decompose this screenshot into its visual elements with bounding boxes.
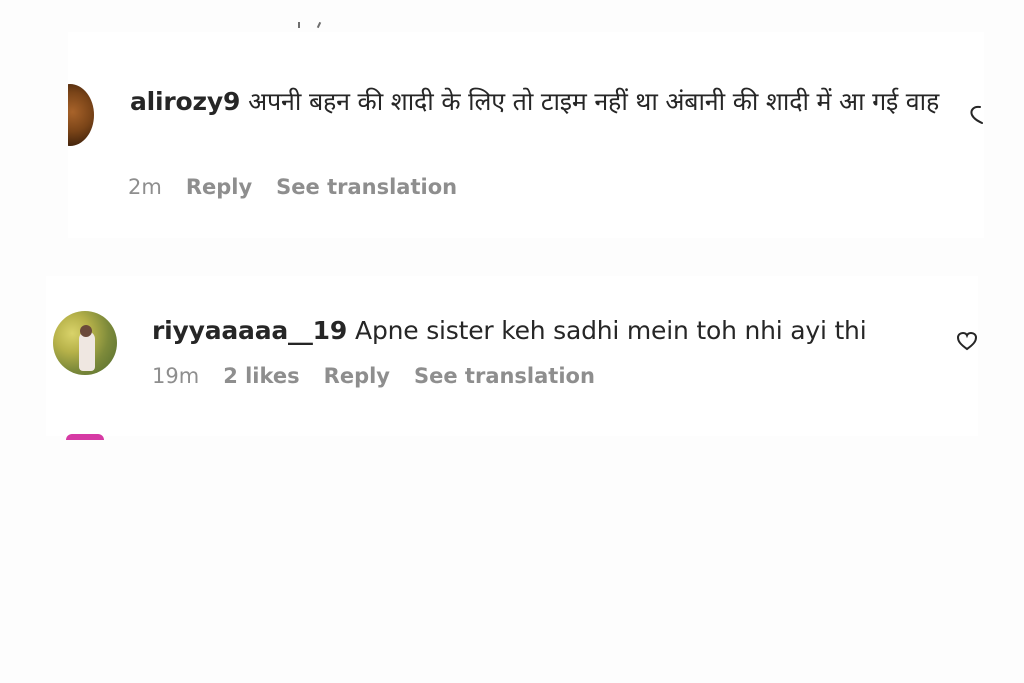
comment-meta: 2m Reply See translation	[128, 175, 457, 199]
reply-button[interactable]: Reply	[186, 175, 252, 199]
reply-button[interactable]: Reply	[324, 364, 390, 388]
comment-card	[68, 32, 984, 238]
avatar-head	[80, 325, 92, 337]
see-translation-button[interactable]: See translation	[276, 175, 457, 199]
next-comment-avatar-edge	[66, 434, 104, 440]
comment-username[interactable]: riyyaaaaa__19	[152, 316, 347, 345]
heart-icon[interactable]	[966, 102, 984, 124]
cropped-text-fragment	[292, 18, 332, 32]
heart-icon[interactable]	[956, 330, 978, 352]
comment-timestamp: 19m	[152, 364, 200, 388]
comment-meta: 19m 2 likes Reply See translation	[152, 364, 595, 388]
comments-screenshot: alirozy9 अपनी बहन की शादी के लिए तो टाइम …	[0, 0, 1024, 683]
comment-username[interactable]: alirozy9	[130, 87, 240, 116]
likes-count[interactable]: 2 likes	[223, 364, 299, 388]
avatar-figure	[79, 331, 95, 371]
comment-body: alirozy9 अपनी बहन की शादी के लिए तो टाइम …	[130, 84, 940, 120]
see-translation-button[interactable]: See translation	[414, 364, 595, 388]
comment-text: Apne sister keh sadhi mein toh nhi ayi t…	[355, 316, 867, 345]
avatar-crop-edge	[46, 78, 68, 152]
user-avatar[interactable]	[53, 311, 117, 375]
comment-body: riyyaaaaa__19 Apne sister keh sadhi mein …	[152, 313, 932, 349]
comment-card	[46, 276, 978, 436]
comment-text: अपनी बहन की शादी के लिए तो टाइम नहीं था …	[248, 87, 940, 116]
comment-timestamp: 2m	[128, 175, 162, 199]
